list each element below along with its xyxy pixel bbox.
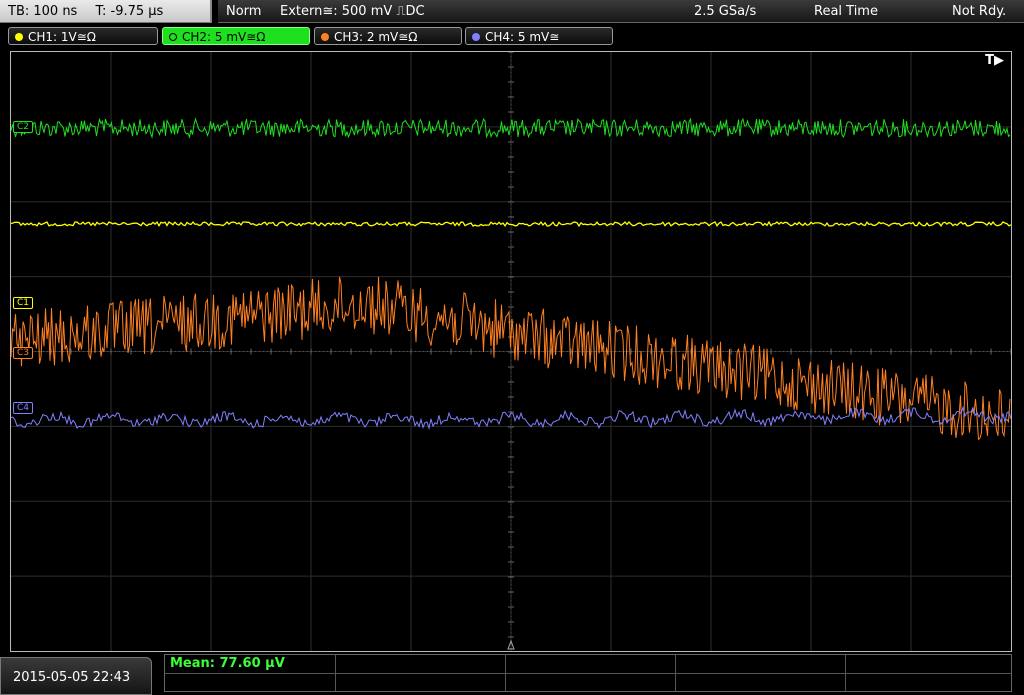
acquisition-mode: Real Time bbox=[814, 4, 878, 19]
channel-1-label: CH1: 1V≅Ω bbox=[28, 30, 96, 44]
trigger-flag-icon: T▶ bbox=[985, 53, 1004, 68]
trigger-mode: Norm bbox=[226, 4, 262, 19]
channel-3-label: CH3: 2 mV≅Ω bbox=[334, 30, 418, 44]
measurement-cell[interactable] bbox=[505, 655, 676, 673]
date-time-display: 2015-05-05 22:43 bbox=[0, 657, 152, 695]
measurement-cell[interactable] bbox=[505, 673, 676, 691]
channel-4-label: CH4: 5 mV≅ bbox=[485, 30, 560, 44]
channel-2-label: CH2: 5 mV≅Ω bbox=[182, 30, 266, 44]
timebase-panel[interactable]: TB: 100 ns T: -9.75 µs bbox=[0, 0, 212, 23]
channel-1-dot-icon bbox=[15, 33, 23, 41]
channel-2-button[interactable]: CH2: 5 mV≅Ω bbox=[162, 27, 310, 45]
channel-1-marker[interactable]: C1 bbox=[13, 297, 34, 309]
trigger-source: Extern≅: 500 mV ⎍DC bbox=[280, 4, 425, 19]
measurement-cell[interactable] bbox=[165, 673, 336, 691]
measurement-cell[interactable]: Mean: 77.60 µV bbox=[165, 655, 336, 673]
measurement-cell[interactable] bbox=[675, 655, 846, 673]
trigger-panel[interactable]: Norm Extern≅: 500 mV ⎍DC 2.5 GSa/s Real … bbox=[218, 0, 1024, 23]
channel-bar: CH1: 1V≅Ω CH2: 5 mV≅Ω CH3: 2 mV≅Ω CH4: 5… bbox=[8, 27, 1024, 47]
graticule-grid bbox=[11, 52, 1011, 651]
timebase-value: TB: 100 ns bbox=[8, 4, 78, 19]
channel-4-dot-icon bbox=[472, 33, 480, 41]
mean-measurement: Mean: 77.60 µV bbox=[170, 656, 285, 671]
channel-2-marker[interactable]: C2 bbox=[13, 121, 34, 133]
measurement-cell[interactable] bbox=[675, 673, 846, 691]
measurement-row: Mean: 77.60 µV bbox=[165, 655, 1011, 674]
measurement-cell[interactable] bbox=[335, 655, 506, 673]
trigger-time-value: T: -9.75 µs bbox=[95, 4, 164, 19]
channel-2-dot-icon bbox=[169, 33, 177, 41]
top-status-bar: TB: 100 ns T: -9.75 µs Norm Extern≅: 500… bbox=[0, 0, 1024, 26]
measurement-row bbox=[165, 673, 1011, 691]
channel-4-marker[interactable]: C4 bbox=[13, 402, 34, 414]
measurement-cell[interactable] bbox=[335, 673, 506, 691]
channel-4-button[interactable]: CH4: 5 mV≅ bbox=[465, 27, 613, 45]
channel-3-dot-icon bbox=[321, 33, 329, 41]
waveform-display[interactable] bbox=[10, 51, 1012, 652]
channel-3-button[interactable]: CH3: 2 mV≅Ω bbox=[314, 27, 462, 45]
channel-3-marker[interactable]: C3 bbox=[13, 347, 34, 359]
acquisition-status: Not Rdy. bbox=[952, 4, 1007, 19]
waveform-svg bbox=[11, 52, 1011, 651]
channel-1-button[interactable]: CH1: 1V≅Ω bbox=[8, 27, 158, 45]
sample-rate: 2.5 GSa/s bbox=[694, 4, 757, 19]
measurement-table: Mean: 77.60 µV bbox=[164, 654, 1012, 692]
